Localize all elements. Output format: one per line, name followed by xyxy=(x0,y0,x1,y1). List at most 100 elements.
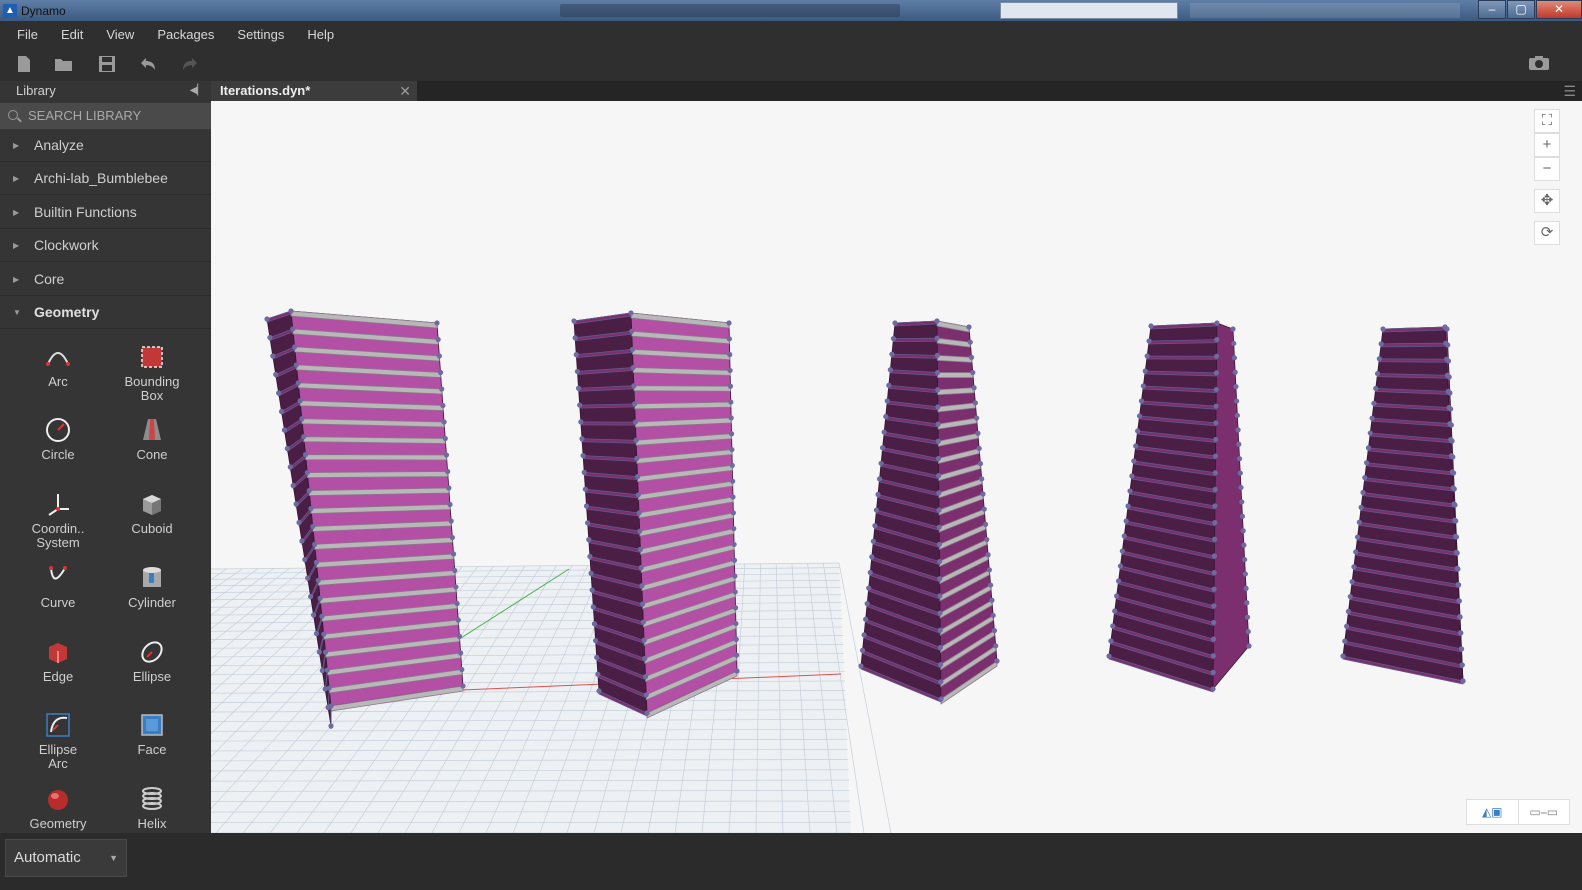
vertex-point xyxy=(1116,578,1121,583)
vertex-point xyxy=(459,667,464,672)
vertex-point xyxy=(460,683,465,688)
vertex-point xyxy=(1241,528,1246,533)
3d-background-preview[interactable]: ⛶ + − ✥ ⟳ ◭▣ ▭⎯▭ xyxy=(211,101,1582,833)
item-face[interactable]: Face xyxy=(104,712,200,782)
category-label: Builtin Functions xyxy=(34,204,137,220)
category-archi-lab-bumblebee[interactable]: ▶Archi-lab_Bumblebee xyxy=(0,162,211,195)
vertex-point xyxy=(936,439,941,444)
zoom-to-fit-icon[interactable]: ⛶ xyxy=(1534,109,1560,133)
menu-file[interactable]: File xyxy=(17,27,38,42)
vertex-point xyxy=(891,336,896,341)
category-core[interactable]: ▶Core xyxy=(0,263,211,296)
item-edge[interactable]: Edge xyxy=(10,639,106,709)
vertex-point xyxy=(875,492,880,497)
vertex-point xyxy=(631,365,636,370)
tab-iterations[interactable]: Iterations.dyn* ✕ xyxy=(211,81,417,101)
workspace-menu-icon[interactable]: ☰ xyxy=(1563,81,1576,101)
vertex-point xyxy=(456,617,461,622)
vertex-point xyxy=(733,621,738,626)
vertex-point xyxy=(1346,609,1351,614)
item-helix[interactable]: Helix xyxy=(104,786,200,833)
item-cylinder[interactable]: Cylinder xyxy=(104,565,200,635)
close-window-button[interactable]: ✕ xyxy=(1536,0,1582,19)
vertex-point xyxy=(308,594,313,599)
item-bounding-box[interactable]: Bounding Box xyxy=(104,344,200,414)
vertex-point xyxy=(869,554,874,559)
menu-help[interactable]: Help xyxy=(307,27,334,42)
vertex-point xyxy=(1213,420,1218,425)
category-builtin-functions[interactable]: ▶Builtin Functions xyxy=(0,196,211,229)
item-cuboid[interactable]: Cuboid xyxy=(104,491,200,561)
zoom-in-icon[interactable]: + xyxy=(1534,133,1560,157)
vertex-point xyxy=(1236,442,1241,447)
vertex-point xyxy=(1355,534,1360,539)
menu-settings[interactable]: Settings xyxy=(237,27,284,42)
circle-icon xyxy=(45,417,71,443)
item-circle[interactable]: Circle xyxy=(10,417,106,487)
run-mode-select[interactable]: Automatic ▼ xyxy=(5,839,127,877)
item-arc[interactable]: Arc xyxy=(10,344,106,414)
collapse-library-icon[interactable]: ◀▏ xyxy=(190,81,205,101)
vertex-point xyxy=(1351,564,1356,569)
vertex-point xyxy=(279,409,284,414)
arc-icon xyxy=(45,344,71,370)
vertex-point xyxy=(1211,620,1216,625)
vertex-point xyxy=(977,446,982,451)
vertex-point xyxy=(319,614,324,619)
open-icon[interactable] xyxy=(54,55,74,73)
category-clockwork[interactable]: ▶Clockwork xyxy=(0,229,211,262)
category-label: Clockwork xyxy=(34,237,99,253)
item-curve[interactable]: Curve xyxy=(10,565,106,635)
user-account-area[interactable] xyxy=(1190,3,1460,18)
item-ellipse[interactable]: Ellipse xyxy=(104,639,200,709)
orbit-icon[interactable]: ⟳ xyxy=(1534,221,1560,245)
item-geometry[interactable]: Geometry xyxy=(10,786,106,833)
help-search-input[interactable] xyxy=(1000,2,1178,19)
vertex-point xyxy=(731,526,736,531)
vertex-point xyxy=(1246,629,1251,634)
menu-edit[interactable]: Edit xyxy=(61,27,83,42)
maximize-button[interactable]: ▢ xyxy=(1507,0,1535,19)
category-geometry[interactable]: ▼Geometry xyxy=(0,296,211,329)
vertex-point xyxy=(1348,594,1353,599)
vertex-point xyxy=(730,479,735,484)
vertex-point xyxy=(877,476,882,481)
geometry-view-icon[interactable]: ◭▣ xyxy=(1467,800,1518,824)
minimize-button[interactable]: – xyxy=(1478,0,1506,19)
close-tab-icon[interactable]: ✕ xyxy=(399,81,411,101)
vertex-point xyxy=(892,320,897,325)
vertex-point xyxy=(282,427,287,432)
category-label: Analyze xyxy=(34,137,84,153)
vertex-point xyxy=(325,667,330,672)
vertex-point xyxy=(1143,368,1148,373)
vertex-point xyxy=(727,352,732,357)
floor-slab xyxy=(634,386,731,392)
item-coordinate-system[interactable]: Coordin.. System xyxy=(10,491,106,561)
camera-icon[interactable] xyxy=(1528,55,1548,73)
graph-view-icon[interactable]: ▭⎯▭ xyxy=(1518,800,1570,824)
vertex-point xyxy=(734,653,739,658)
menu-packages[interactable]: Packages xyxy=(157,27,214,42)
vertex-point xyxy=(1377,356,1382,361)
menu-view[interactable]: View xyxy=(106,27,134,42)
vertex-point xyxy=(1235,427,1240,432)
vertex-point xyxy=(644,692,649,697)
vertex-point xyxy=(858,663,863,668)
vertex-point xyxy=(308,506,313,511)
category-analyze[interactable]: ▶Analyze xyxy=(0,129,211,162)
item-ellipse-arc[interactable]: Ellipse Arc xyxy=(10,712,106,782)
vertex-point xyxy=(574,352,579,357)
vertex-point xyxy=(937,576,942,581)
vertex-point xyxy=(1458,630,1463,635)
search-library-input[interactable]: SEARCH LIBRARY xyxy=(0,103,211,129)
undo-icon[interactable] xyxy=(138,55,158,73)
vertex-point xyxy=(449,518,454,523)
pan-icon[interactable]: ✥ xyxy=(1534,189,1560,213)
item-cone[interactable]: Cone xyxy=(104,417,200,487)
zoom-out-icon[interactable]: − xyxy=(1534,157,1560,181)
vertex-point xyxy=(447,502,452,507)
vertex-point xyxy=(1114,593,1119,598)
new-file-icon[interactable] xyxy=(14,55,34,73)
save-icon[interactable] xyxy=(97,55,117,73)
redo-icon[interactable] xyxy=(180,55,200,73)
